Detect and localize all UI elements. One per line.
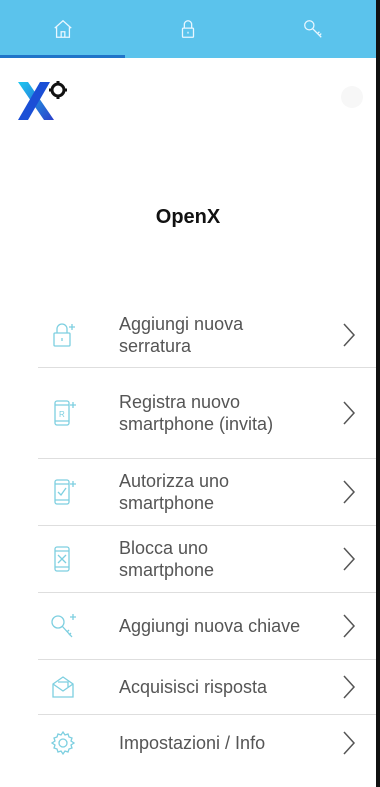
home-icon — [53, 19, 72, 38]
openx-logo — [14, 76, 72, 124]
block-phone-icon — [48, 544, 78, 574]
chevron-right-icon — [342, 613, 356, 639]
tab-home[interactable] — [0, 0, 126, 58]
add-lock-icon — [48, 320, 78, 350]
top-tab-bar — [0, 0, 376, 58]
chevron-right-icon — [342, 322, 356, 348]
menu-item-add-key[interactable]: Aggiungi nuova chiave — [38, 593, 376, 660]
menu-item-label: Acquisisci risposta — [119, 677, 268, 697]
gear-icon — [48, 728, 78, 758]
menu-item-label: Impostazioni / Info — [119, 733, 266, 753]
chevron-right-icon — [342, 730, 356, 756]
menu-item-register-phone[interactable]: R Registra nuovo smartphone (invita) — [38, 368, 376, 459]
menu-item-settings[interactable]: Impostazioni / Info — [38, 715, 376, 771]
menu-item-label: Autorizza uno smartphone — [119, 471, 230, 513]
action-menu: Aggiungi nuova serratura R Registra nuov… — [0, 302, 376, 771]
authorize-phone-icon — [48, 477, 78, 507]
page-title: OpenX — [155, 206, 221, 228]
chevron-right-icon — [342, 400, 356, 426]
chevron-right-icon — [342, 479, 356, 505]
svg-text:R: R — [59, 410, 65, 419]
menu-item-block-phone[interactable]: Blocca uno smartphone — [38, 526, 376, 593]
menu-item-authorize-phone[interactable]: Autorizza uno smartphone — [38, 459, 376, 526]
menu-item-add-lock[interactable]: Aggiungi nuova serratura — [38, 302, 376, 368]
menu-item-label: Blocca uno smartphone — [119, 538, 215, 580]
lock-icon — [181, 20, 195, 38]
chevron-right-icon — [342, 674, 356, 700]
add-key-icon — [48, 611, 78, 641]
key-icon — [304, 20, 323, 38]
menu-item-acquire-response[interactable]: Acquisisci risposta — [38, 660, 376, 715]
register-phone-icon: R — [48, 398, 78, 428]
envelope-icon — [48, 672, 78, 702]
menu-item-label: Aggiungi nuova chiave — [119, 616, 301, 636]
status-indicator[interactable] — [341, 86, 363, 108]
tab-keys[interactable] — [251, 0, 376, 58]
tab-locks[interactable] — [125, 0, 250, 58]
menu-item-label: Aggiungi nuova serratura — [119, 313, 244, 356]
app-frame: OpenX Aggiungi nuova serratura R Registr… — [0, 0, 380, 787]
chevron-right-icon — [342, 546, 356, 572]
menu-item-label: Registra nuovo smartphone (invita) — [119, 392, 274, 434]
